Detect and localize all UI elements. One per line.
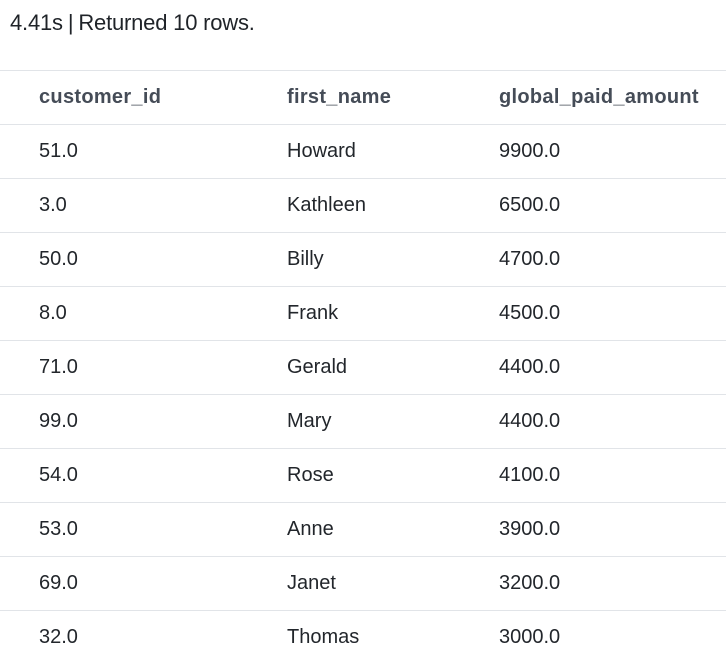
cell-global-paid-amount: 4100.0 (499, 464, 561, 486)
cell-customer-id: 71.0 (39, 356, 78, 378)
cell-customer-id: 99.0 (39, 410, 78, 432)
cell-first-name: Thomas (287, 626, 360, 649)
cell-global-paid-amount: 4700.0 (499, 248, 561, 270)
cell-first-name: Billy (287, 248, 324, 270)
cell-global-paid-amount: 3200.0 (499, 572, 561, 594)
cell-customer-id: 53.0 (39, 518, 78, 540)
table-row: 51.0 Howard 9900.0 (0, 125, 726, 179)
table-row: 54.0 Rose 4100.0 (0, 449, 726, 503)
cell-customer-id: 50.0 (39, 248, 78, 270)
header-row: customer_id first_name global_paid_amoun… (0, 70, 726, 125)
column-header-first-name[interactable]: first_name (287, 71, 499, 125)
cell-global-paid-amount: 6500.0 (499, 194, 561, 216)
cell-customer-id: 3.0 (39, 194, 67, 216)
cell-global-paid-amount: 4400.0 (499, 356, 561, 378)
cell-first-name: Gerald (287, 356, 348, 378)
table-row: 99.0 Mary 4400.0 (0, 395, 726, 449)
query-duration: 4.41s (10, 10, 63, 35)
column-header-customer-id[interactable]: customer_id (0, 71, 287, 125)
cell-customer-id: 32.0 (39, 626, 78, 649)
cell-global-paid-amount: 3000.0 (499, 626, 561, 649)
table-row: 50.0 Billy 4700.0 (0, 233, 726, 287)
cell-first-name: Anne (287, 518, 334, 540)
table-row: 3.0 Kathleen 6500.0 (0, 179, 726, 233)
cell-first-name: Mary (287, 410, 332, 432)
table-row: 69.0 Janet 3200.0 (0, 557, 726, 611)
cell-first-name: Janet (287, 572, 336, 594)
cell-customer-id: 54.0 (39, 464, 78, 486)
cell-first-name: Rose (287, 464, 334, 486)
table-header: customer_id first_name global_paid_amoun… (0, 70, 726, 125)
status-separator: | (67, 10, 74, 35)
table-body: 51.0 Howard 9900.0 3.0 Kathleen 6500.0 5… (0, 125, 726, 665)
table-row: 8.0 Frank 4500.0 (0, 287, 726, 341)
results-table: customer_id first_name global_paid_amoun… (0, 70, 726, 665)
cell-first-name: Kathleen (287, 194, 366, 216)
column-header-global-paid-amount[interactable]: global_paid_amount (499, 71, 726, 125)
table-row: 71.0 Gerald 4400.0 (0, 341, 726, 395)
query-status: 4.41s | Returned 10 rows. (10, 8, 255, 38)
cell-customer-id: 8.0 (39, 302, 67, 324)
cell-global-paid-amount: 3900.0 (499, 518, 561, 540)
cell-global-paid-amount: 9900.0 (499, 140, 561, 162)
row-count-message: Returned 10 rows. (78, 10, 255, 35)
table-row: 53.0 Anne 3900.0 (0, 503, 726, 557)
cell-customer-id: 69.0 (39, 572, 78, 594)
cell-global-paid-amount: 4400.0 (499, 410, 561, 432)
cell-first-name: Frank (287, 302, 339, 324)
cell-first-name: Howard (287, 140, 356, 162)
table-row: 32.0 Thomas 3000.0 (0, 611, 726, 665)
cell-customer-id: 51.0 (39, 140, 78, 162)
cell-global-paid-amount: 4500.0 (499, 302, 561, 324)
